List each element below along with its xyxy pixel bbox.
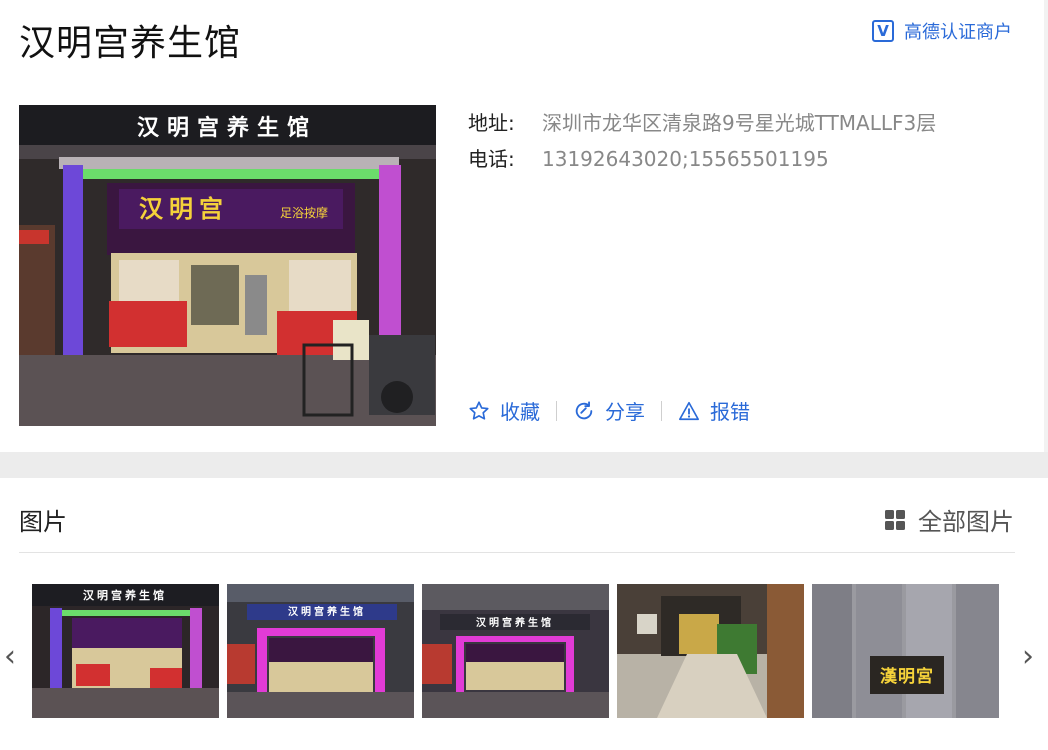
scrollbar-track[interactable] (1044, 0, 1048, 452)
favorite-label: 收藏 (500, 400, 540, 424)
storefront-photo[interactable]: 汉明宫养生馆 汉明宫 足浴按摩 (19, 105, 436, 426)
storefront-inner-sign: 汉明宫 (139, 195, 229, 223)
thumbnail-image (617, 584, 804, 718)
action-divider (556, 400, 557, 421)
thumbnail-image: 汉明宫养生馆 (32, 584, 219, 718)
all-pictures-button[interactable]: 全部图片 (884, 502, 1014, 537)
thumbnail[interactable]: 汉明宫养生馆 (227, 584, 414, 718)
favorite-button[interactable]: 收藏 (468, 396, 540, 425)
thumbnail-sign: 汉明宫养生馆 (83, 588, 167, 602)
phone-label: 电话: (468, 147, 515, 171)
storefront-inner-sign-sub: 足浴按摩 (280, 205, 328, 220)
report-button[interactable]: 报错 (678, 396, 750, 425)
thumbnail-image: 汉明宫养生馆 (422, 584, 609, 718)
shop-info: 地址: 深圳市龙华区清泉路9号星光城TTMALLF3层 电话: 13192643… (468, 105, 936, 177)
address-row: 地址: 深圳市龙华区清泉路9号星光城TTMALLF3层 (468, 105, 936, 141)
grid-icon (885, 509, 905, 530)
verified-v-icon: V (872, 20, 894, 42)
storefront-image: 汉明宫养生馆 汉明宫 足浴按摩 (19, 105, 436, 426)
prev-arrow-icon[interactable]: ‹ (4, 642, 16, 672)
phone-value[interactable]: 13192643020;15565501195 (542, 141, 829, 177)
thumbnail-sign: 漢明宮 (880, 666, 934, 687)
action-divider (661, 400, 662, 421)
phone-row: 电话: 13192643020;15565501195 (468, 141, 936, 177)
share-label: 分享 (605, 400, 645, 424)
certified-merchant-badge[interactable]: V 高德认证商户 (872, 18, 1012, 44)
thumbnail-strip: 汉明宫养生馆 汉明宫养生馆 汉明宫养生馆 漢明宮 (32, 584, 999, 718)
thumbnail-sign: 汉明宫养生馆 (288, 605, 366, 618)
address-value: 深圳市龙华区清泉路9号星光城TTMALLF3层 (542, 111, 937, 135)
gallery-title: 图片 (19, 508, 67, 536)
address-label: 地址: (468, 111, 515, 135)
thumbnail[interactable]: 汉明宫养生馆 (422, 584, 609, 718)
storefront-sign-text: 汉明宫养生馆 (137, 115, 317, 141)
report-label: 报错 (710, 400, 750, 424)
star-icon (469, 400, 489, 420)
thumbnail-image: 汉明宫养生馆 (227, 584, 414, 718)
page-title: 汉明宫养生馆 (19, 23, 242, 64)
thumbnail[interactable]: 漢明宮 (812, 584, 999, 718)
all-pictures-label: 全部图片 (918, 508, 1014, 536)
certified-label: 高德认证商户 (904, 22, 1012, 43)
gallery-card: 图片 全部图片 ‹ 汉明宫养生馆 汉明宫养生馆 汉明宫养生馆 漢明宮 › (0, 478, 1048, 750)
thumbnail-image: 漢明宮 (812, 584, 999, 718)
thumbnail[interactable]: 汉明宫养生馆 (32, 584, 219, 718)
thumbnail[interactable] (617, 584, 804, 718)
next-arrow-icon[interactable]: › (1022, 642, 1034, 672)
action-bar: 收藏 分享 报错 (468, 396, 750, 425)
share-refresh-icon (575, 400, 593, 419)
thumbnail-sign: 汉明宫养生馆 (476, 616, 554, 629)
section-divider (19, 552, 1015, 553)
share-button[interactable]: 分享 (573, 396, 645, 425)
shop-header-card: 汉明宫养生馆 V 高德认证商户 汉明宫养生馆 汉明宫 足浴按摩 地址: 深圳市龙… (0, 0, 1048, 452)
warning-icon (679, 401, 699, 420)
